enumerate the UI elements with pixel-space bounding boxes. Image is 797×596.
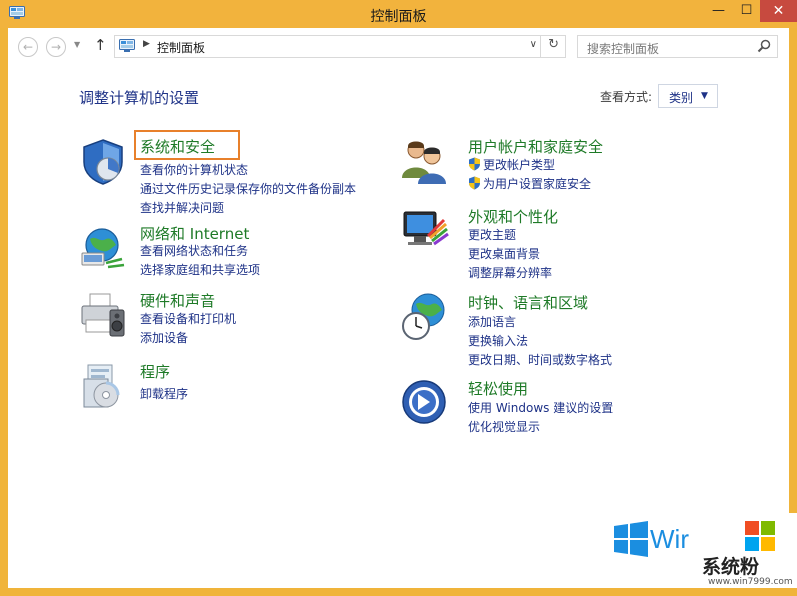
watermark-win-text: Wir — [650, 524, 689, 554]
watermark-site-text: www.win7999.com — [708, 577, 793, 587]
breadcrumb-control-panel[interactable]: 控制面板 — [157, 39, 205, 56]
page-heading: 调整计算机的设置 — [79, 89, 200, 107]
recent-locations-icon[interactable]: ▼ — [74, 40, 80, 49]
link-change-account-type[interactable]: 更改帐户类型 — [468, 156, 555, 173]
link-recommended-settings[interactable]: 使用 Windows 建议的设置 — [468, 399, 613, 416]
programs-icon[interactable] — [78, 361, 128, 411]
link-family-safety-text[interactable]: 为用户设置家庭安全 — [483, 177, 591, 191]
forward-button[interactable]: → — [46, 37, 66, 57]
category-title-programs[interactable]: 程序 — [140, 361, 170, 382]
uac-shield-icon — [469, 176, 480, 190]
control-panel-window: 控制面板 — ☐ ✕ ← → ▼ ↑ ▶ 控制面板 ∨ ↻ 搜索控制面板 调整计… — [0, 0, 797, 596]
minimize-button[interactable]: — — [705, 0, 732, 22]
view-by-select[interactable]: 类别 ▼ — [658, 84, 718, 108]
address-dropdown-icon[interactable]: ∨ — [530, 39, 537, 50]
link-homegroup-sharing[interactable]: 选择家庭组和共享选项 — [140, 261, 260, 278]
window-title: 控制面板 — [370, 9, 427, 25]
category-title-clock[interactable]: 时钟、语言和区域 — [468, 292, 588, 313]
link-change-input-method[interactable]: 更换输入法 — [468, 332, 528, 349]
category-title-hardware[interactable]: 硬件和声音 — [140, 290, 215, 311]
control-panel-icon — [119, 39, 135, 52]
ease-of-access-icon[interactable] — [400, 378, 450, 428]
search-placeholder[interactable]: 搜索控制面板 — [587, 40, 659, 57]
link-optimize-display[interactable]: 优化视觉显示 — [468, 418, 540, 435]
security-shield-icon[interactable] — [78, 136, 128, 186]
category-title-system[interactable]: 系统和安全 — [140, 136, 215, 157]
windows-flag-icon — [745, 521, 775, 551]
up-button[interactable]: ↑ — [94, 36, 107, 54]
title-bar: 控制面板 — ☐ ✕ — [0, 0, 797, 28]
windows-logo-icon — [614, 521, 648, 557]
close-button[interactable]: ✕ — [760, 0, 797, 22]
link-screen-resolution[interactable]: 调整屏幕分辨率 — [468, 264, 552, 281]
address-divider — [540, 36, 541, 57]
link-add-language[interactable]: 添加语言 — [468, 313, 516, 330]
link-date-time-format[interactable]: 更改日期、时间或数字格式 — [468, 351, 612, 368]
category-title-users[interactable]: 用户帐户和家庭安全 — [468, 136, 603, 157]
chevron-down-icon[interactable]: ▼ — [701, 91, 708, 101]
link-add-device[interactable]: 添加设备 — [140, 329, 188, 346]
link-desktop-background[interactable]: 更改桌面背景 — [468, 245, 540, 262]
clock-globe-icon[interactable] — [400, 292, 450, 342]
uac-shield-icon — [469, 157, 480, 171]
refresh-icon[interactable]: ↻ — [548, 37, 559, 52]
network-globe-icon[interactable] — [78, 223, 128, 273]
link-file-history-backup[interactable]: 通过文件历史记录保存你的文件备份副本 — [140, 180, 356, 197]
search-box[interactable]: 搜索控制面板 — [577, 35, 778, 58]
watermark-brand-text: 系统粉 — [702, 556, 760, 578]
search-icon[interactable] — [757, 39, 771, 53]
link-network-status-tasks[interactable]: 查看网络状态和任务 — [140, 242, 248, 259]
link-devices-printers[interactable]: 查看设备和打印机 — [140, 310, 236, 327]
link-find-fix-problems[interactable]: 查找并解决问题 — [140, 199, 224, 216]
watermark-badge: 系统粉 www.win7999.com — [694, 513, 797, 588]
client-area: ← → ▼ ↑ ▶ 控制面板 ∨ ↻ 搜索控制面板 调整计算机的设置 查看方式:… — [8, 28, 789, 588]
view-by-label: 查看方式: — [600, 90, 653, 104]
link-family-safety[interactable]: 为用户设置家庭安全 — [468, 175, 591, 192]
users-icon[interactable] — [400, 136, 450, 186]
view-by-value[interactable]: 类别 — [669, 89, 693, 106]
back-button[interactable]: ← — [18, 37, 38, 57]
navigation-bar: ← → ▼ ↑ ▶ 控制面板 ∨ ↻ 搜索控制面板 — [8, 28, 789, 66]
category-title-ease[interactable]: 轻松使用 — [468, 378, 528, 399]
link-uninstall-program[interactable]: 卸载程序 — [140, 385, 188, 402]
link-view-computer-status[interactable]: 查看你的计算机状态 — [140, 161, 248, 178]
link-change-theme[interactable]: 更改主题 — [468, 226, 516, 243]
link-change-account-type-text[interactable]: 更改帐户类型 — [483, 158, 555, 172]
maximize-button[interactable]: ☐ — [733, 0, 760, 22]
category-title-network[interactable]: 网络和 Internet — [140, 223, 249, 244]
appearance-monitor-icon[interactable] — [400, 206, 450, 256]
address-bar[interactable]: ▶ 控制面板 ∨ ↻ — [114, 35, 566, 58]
breadcrumb-separator-icon[interactable]: ▶ — [143, 39, 150, 49]
category-title-appearance[interactable]: 外观和个性化 — [468, 206, 558, 227]
printer-icon[interactable] — [78, 290, 128, 340]
